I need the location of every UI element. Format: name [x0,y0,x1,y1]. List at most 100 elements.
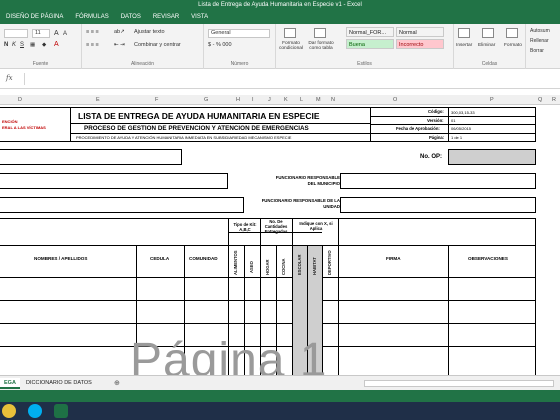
sheet-tab-diccionario[interactable]: DICCIONARIO DE DATOS [22,378,96,389]
font-color-icon[interactable]: A [54,41,59,48]
col-header-i[interactable]: I [252,97,254,103]
tab-data[interactable]: DATOS [121,14,141,20]
tab-page-layout[interactable]: DISEÑO DE PÁGINA [6,14,63,20]
delete-button[interactable]: Eliminar [478,43,495,48]
col-header-e[interactable]: E [96,97,100,103]
tab-formulas[interactable]: FÓRMULAS [75,14,108,20]
alimentos-header: ALIMENTOS [233,250,238,275]
col-header-n[interactable]: N [331,97,335,103]
font-name-box[interactable] [4,29,28,38]
func-municipio-field[interactable] [340,173,536,189]
col-header-r[interactable]: R [552,97,556,103]
number-format-buttons[interactable]: $ - % 000 [208,42,232,48]
pagina-value: 1 de 1 [451,135,463,140]
deportivo-header: DEPORTIVO [327,250,332,275]
formula-input[interactable] [24,73,554,85]
codigo-label: Código: [428,109,444,114]
add-sheet-icon[interactable]: ⊕ [110,378,124,389]
border-line [0,107,536,108]
codigo-value: 300,03,15-33 [451,110,475,115]
formula-bar: fx [0,69,560,89]
input-box-top-left[interactable] [0,149,182,165]
input-box-unidad-left[interactable] [0,197,244,213]
fx-icon[interactable]: fx [6,74,20,84]
worksheet[interactable]: ENCIÓN ERAL A LAS VÍCTIMAS LISTA DE ENTR… [0,105,560,375]
font-size-box[interactable]: 11 [32,29,50,38]
border-line [370,133,536,134]
conditional-format-icon[interactable] [284,28,296,38]
fill-button[interactable]: Rellenar [530,38,549,44]
excel-window: Lista de Entrega de Ayuda Humanitaria en… [0,0,560,420]
habitat-header: HABITAT [312,257,317,275]
fill-color-icon[interactable]: ◆ [42,42,46,48]
border-line [535,218,536,375]
col-header-l[interactable]: L [300,97,303,103]
col-header-o[interactable]: O [393,97,397,103]
comunidad-header: COMUNIDAD [189,256,218,261]
format-button[interactable]: Formato [504,43,522,48]
hogar-header: HOGAR [265,259,270,275]
style-buena[interactable]: Buena [346,39,394,49]
delete-icon[interactable] [482,28,494,38]
tab-view[interactable]: VISTA [191,14,208,20]
merge-center-button[interactable]: Combinar y centrar [134,42,181,48]
alignment-group: ≡ ≡ ≡ ab↗ Ajustar texto ≡ ≡ ≡ ⇤ ⇥ Combin… [82,24,204,69]
status-bar [0,390,560,402]
ribbon-tabs: DISEÑO DE PÁGINA FÓRMULAS DATOS REVISAR … [0,10,560,24]
autosum-button[interactable]: Autosum [530,28,550,34]
wrap-text-button[interactable]: Ajustar texto [134,29,165,35]
insert-button[interactable]: Insertar [456,43,472,48]
number-format-box[interactable]: General [208,29,270,38]
indent-icon[interactable]: ⇤ ⇥ [114,42,125,48]
col-header-k[interactable]: K [284,97,288,103]
chrome-icon[interactable] [2,404,16,418]
col-header-q[interactable]: Q [538,97,542,103]
border-line [0,323,536,324]
no-op-field[interactable] [448,149,536,165]
horizontal-scrollbar[interactable] [364,380,554,387]
format-as-table-button[interactable]: Dar formato como tabla [306,41,336,51]
col-header-p[interactable]: P [490,97,494,103]
col-header-h[interactable]: H [236,97,240,103]
sheet-tab-entrega[interactable]: EGA [0,378,20,389]
font-group-label: Fuente [32,61,49,67]
align-top-icon[interactable]: ≡ ≡ ≡ [86,29,99,35]
col-header-j[interactable]: J [268,97,271,103]
bold-icon[interactable]: N [4,42,8,48]
tab-review[interactable]: REVISAR [153,14,179,20]
sheet-tabs-bar: EGA DICCIONARIO DE DATOS ⊕ [0,375,560,390]
fecha-value: 06/05/2015 [451,126,472,131]
align-left-icon[interactable]: ≡ ≡ ≡ [86,42,99,48]
italic-icon[interactable]: K [12,42,16,48]
col-header-d[interactable]: D [18,97,22,103]
input-box-municipio-left[interactable] [0,173,228,189]
tipo-kit-header: Tipo de Kit: A,B,C [233,222,257,232]
shrink-font-icon[interactable]: A [63,31,67,37]
func-unidad-field[interactable] [340,197,536,213]
col-header-m[interactable]: M [316,97,321,103]
col-header-g[interactable]: G [204,97,208,103]
borders-icon[interactable]: ▦ [30,42,35,48]
format-icon[interactable] [506,28,518,38]
style-incorrecto[interactable]: Incorrecto [396,39,444,49]
excel-taskbar-icon[interactable] [54,404,68,418]
ribbon: 11 A A N K S ▦ ◆ A Fuente ≡ ≡ ≡ ab↗ Ajus… [0,24,560,69]
font-group: 11 A A N K S ▦ ◆ A Fuente [0,24,82,69]
escolar-header: ESCOLAR [297,254,302,275]
skype-icon[interactable] [28,404,42,418]
border-line [0,245,536,246]
underline-icon[interactable]: S [20,42,24,48]
format-table-icon[interactable] [314,28,326,38]
conditional-format-button[interactable]: Formato condicional [278,41,304,51]
border-line [70,107,71,142]
border-line [370,116,536,117]
orientation-icon[interactable]: ab↗ [114,29,125,35]
clear-button[interactable]: Borrar [530,48,544,54]
border-line [0,277,536,278]
col-header-f[interactable]: F [155,97,158,103]
insert-icon[interactable] [458,28,470,38]
grow-font-icon[interactable]: A [54,30,59,37]
style-normal-for[interactable]: Normal_FOR... [346,27,394,37]
style-normal[interactable]: Normal [396,27,444,37]
version-label: Versión: [427,118,444,123]
